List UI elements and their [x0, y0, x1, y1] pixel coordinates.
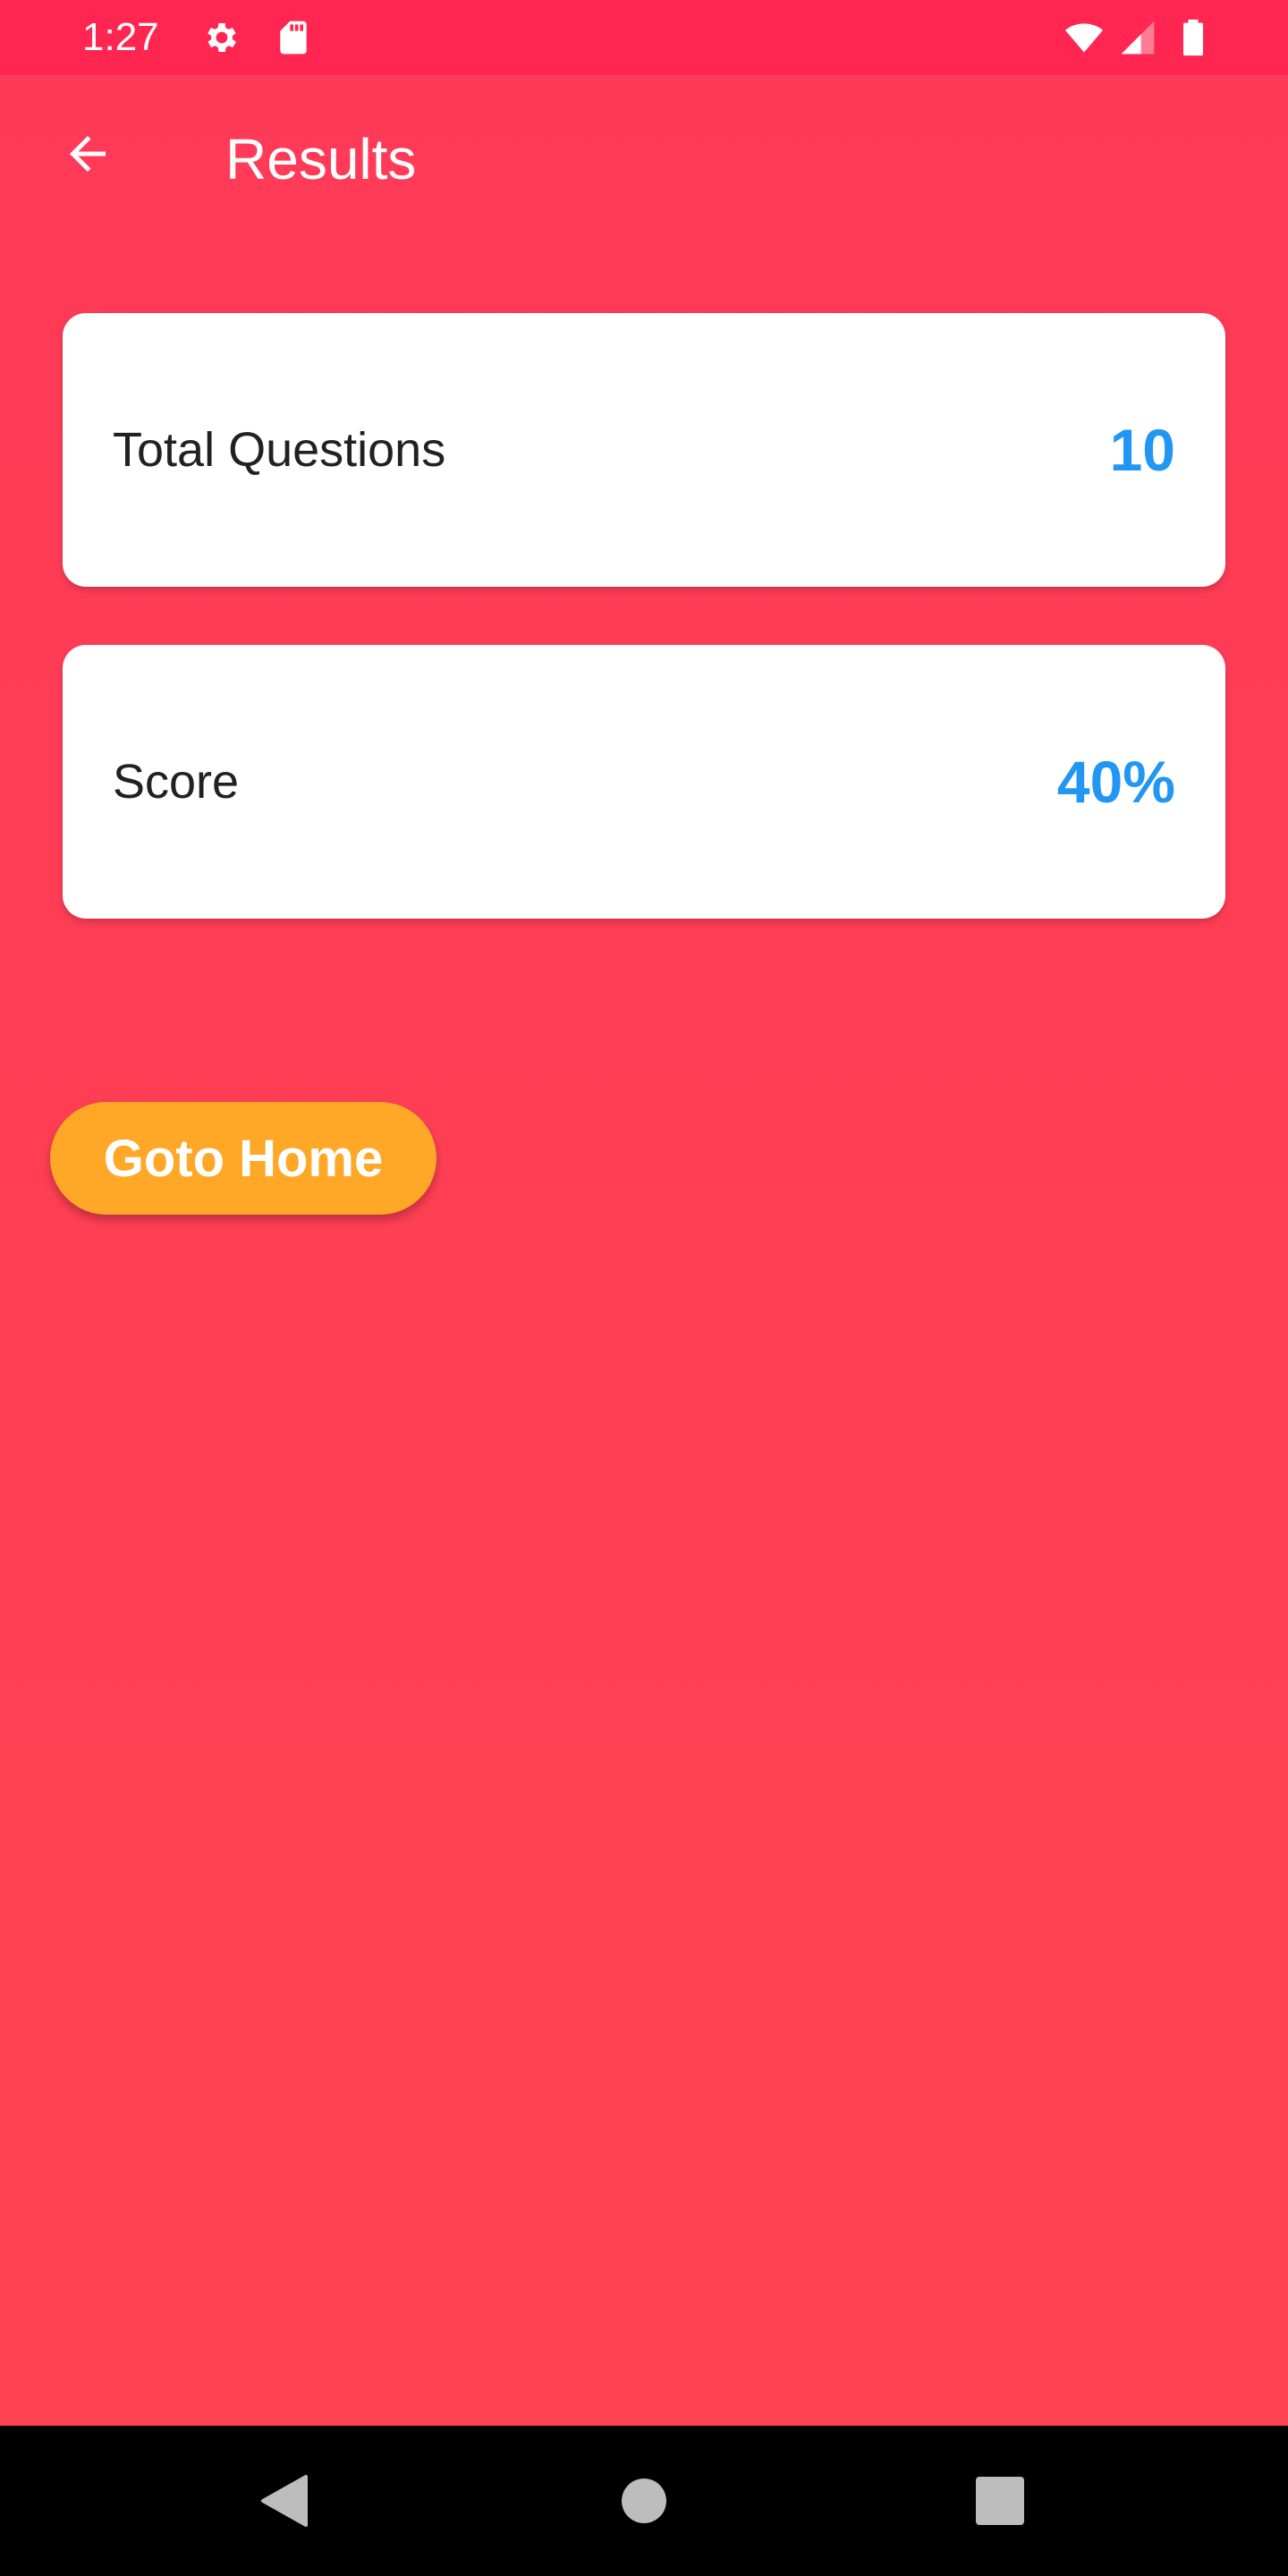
page-title: Results: [225, 127, 417, 191]
arrow-left-icon: [70, 136, 106, 172]
status-bar: 1:27: [0, 0, 1288, 75]
total-questions-label: Total Questions: [113, 423, 446, 477]
back-button[interactable]: [45, 111, 131, 197]
status-time: 1:27: [82, 15, 159, 59]
score-label: Score: [113, 755, 240, 809]
score-card: Score 40%: [63, 645, 1225, 919]
back-triangle-icon[interactable]: [259, 2473, 309, 2529]
battery-icon: [1174, 18, 1213, 57]
sd-card-icon: [274, 18, 313, 57]
home-circle-icon[interactable]: [621, 2478, 667, 2524]
goto-home-button[interactable]: Goto Home: [50, 1102, 436, 1215]
recents-square-icon[interactable]: [976, 2477, 1024, 2525]
app-bar: Results: [0, 75, 1288, 254]
navigation-bar: [0, 2426, 1288, 2576]
wifi-icon: [1064, 18, 1104, 57]
gear-icon: [202, 18, 242, 57]
total-questions-card: Total Questions 10: [63, 313, 1225, 587]
score-value: 40%: [1056, 749, 1175, 815]
total-questions-value: 10: [1109, 417, 1175, 483]
signal-icon: [1118, 18, 1157, 57]
